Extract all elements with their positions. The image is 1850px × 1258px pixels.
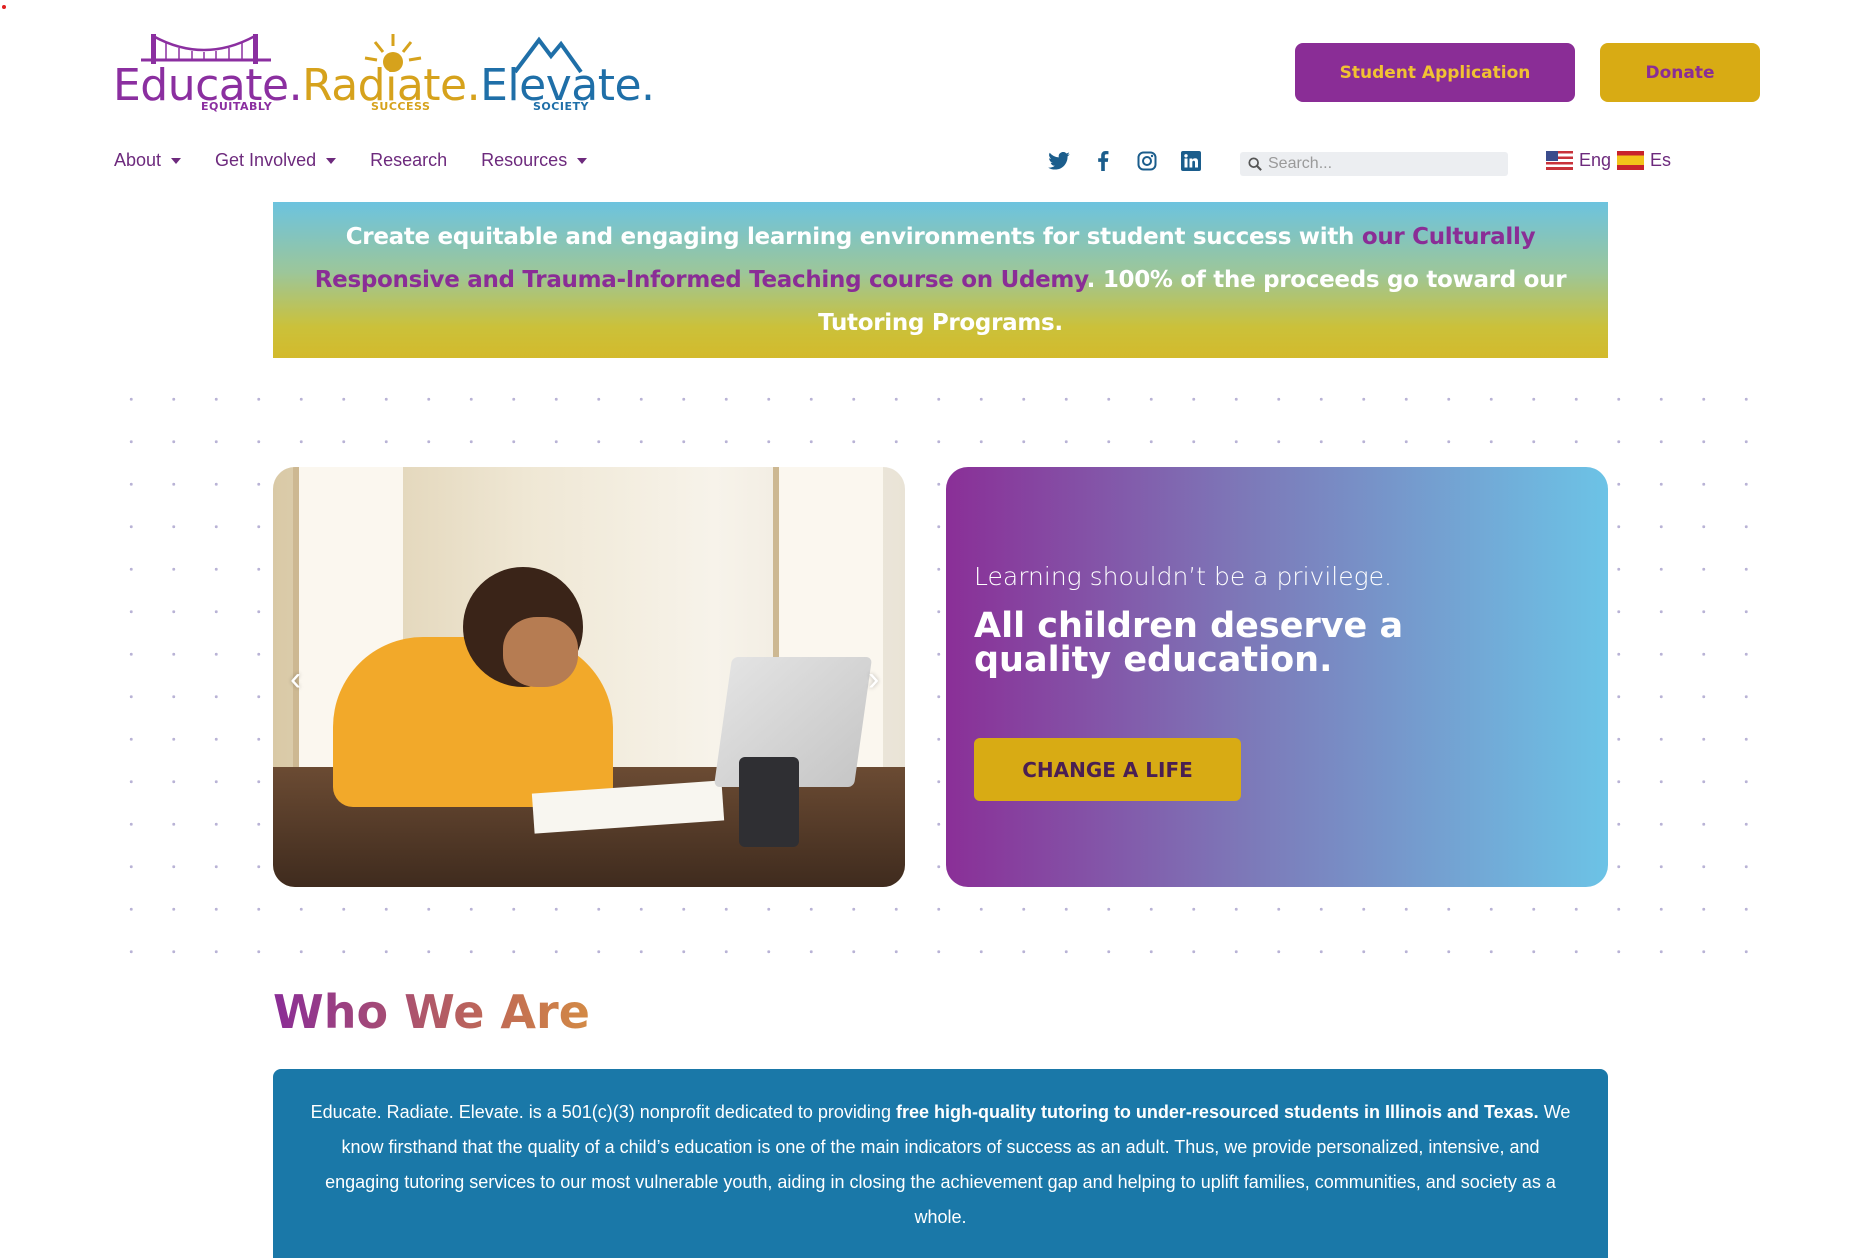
banner-text-before: Create equitable and engaging learning e… bbox=[345, 223, 1362, 250]
spain-flag-icon[interactable] bbox=[1617, 151, 1645, 170]
nav-item-research[interactable]: Research bbox=[370, 150, 447, 171]
donate-button[interactable]: Donate bbox=[1600, 43, 1760, 102]
language-english[interactable]: Eng bbox=[1579, 150, 1611, 171]
who-we-are-paragraph: Educate. Radiate. Elevate. is a 501(c)(3… bbox=[303, 1095, 1578, 1235]
logo-sub-success: SUCCESS bbox=[371, 100, 431, 113]
logo-sub-equitably: EQUITABLY bbox=[201, 100, 273, 113]
hero-tagline: Learning shouldn’t be a privilege. bbox=[974, 562, 1392, 591]
nav-item-label: Research bbox=[370, 150, 448, 170]
corner-marker bbox=[2, 5, 6, 9]
nav-item-label: Get Involved bbox=[215, 150, 317, 170]
main-nav: About Get Involved Research Resources bbox=[114, 150, 588, 171]
logo-sub-society: SOCIETY bbox=[533, 100, 589, 113]
search-box bbox=[1240, 152, 1508, 176]
us-flag-icon[interactable] bbox=[1546, 151, 1573, 170]
language-spanish[interactable]: Es bbox=[1650, 150, 1671, 171]
photo-student-face bbox=[503, 617, 578, 687]
hero-photo bbox=[273, 467, 905, 887]
caret-down-icon bbox=[326, 157, 337, 164]
wwa-p1-bold: free high-quality tutoring to under-reso… bbox=[895, 1102, 1539, 1122]
student-application-button[interactable]: Student Application bbox=[1295, 43, 1575, 102]
carousel-prev-icon[interactable]: ‹ bbox=[290, 662, 301, 696]
promo-banner: Create equitable and engaging learning e… bbox=[273, 202, 1608, 358]
nav-item-about[interactable]: About bbox=[114, 150, 182, 171]
instagram-icon[interactable] bbox=[1136, 150, 1158, 172]
wwa-p1-start: Educate. Radiate. Elevate. is a 501(c)(3… bbox=[310, 1102, 896, 1122]
photo-pen-holder bbox=[739, 757, 799, 847]
twitter-icon[interactable] bbox=[1048, 150, 1070, 172]
who-we-are-title: Who We Are bbox=[273, 985, 590, 1039]
bridge-icon bbox=[141, 34, 271, 64]
nav-item-resources[interactable]: Resources bbox=[481, 150, 588, 171]
language-switcher: Eng Es bbox=[1546, 150, 1671, 171]
nav-item-label: About bbox=[114, 150, 162, 170]
carousel-next-icon[interactable]: › bbox=[868, 662, 879, 696]
nav-item-label: Resources bbox=[481, 150, 568, 170]
social-links bbox=[1048, 150, 1202, 172]
caret-down-icon bbox=[171, 157, 182, 164]
caret-down-icon bbox=[577, 157, 588, 164]
search-icon bbox=[1248, 157, 1262, 171]
facebook-icon[interactable] bbox=[1092, 150, 1114, 172]
who-we-are-paragraph-2: Our tutors act as mentors, building posi… bbox=[303, 1249, 1578, 1258]
linkedin-icon[interactable] bbox=[1180, 150, 1202, 172]
hero-headline: All children deserve a quality education… bbox=[974, 606, 1404, 680]
hero-cta-card: Learning shouldn’t be a privilege. All c… bbox=[946, 467, 1608, 887]
change-a-life-button[interactable]: CHANGE A LIFE bbox=[974, 738, 1241, 801]
nav-item-get-involved[interactable]: Get Involved bbox=[215, 150, 337, 171]
who-we-are-box: Educate. Radiate. Elevate. is a 501(c)(3… bbox=[273, 1069, 1608, 1258]
search-input[interactable] bbox=[1268, 155, 1498, 173]
site-logo[interactable]: Educate.Radiate.Elevate. EQUITABLY SUCCE… bbox=[113, 30, 655, 115]
banner-text: Create equitable and engaging learning e… bbox=[303, 216, 1578, 345]
